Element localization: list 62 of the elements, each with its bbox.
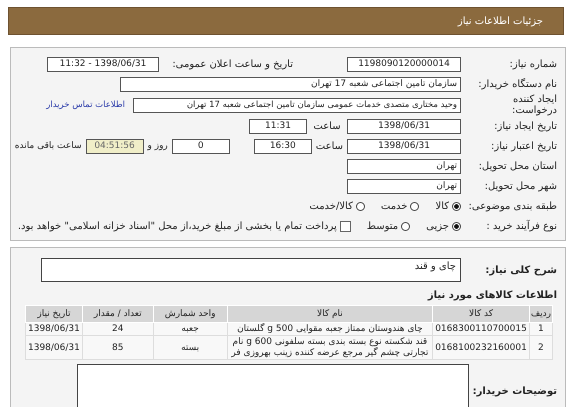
created-time-field: 11:31 — [249, 118, 307, 134]
description-field: چای و قند — [41, 258, 461, 282]
radio-button[interactable] — [452, 202, 461, 210]
days-field: 0 — [172, 138, 230, 154]
radio-button[interactable] — [452, 222, 461, 230]
table-cell: 2 — [529, 336, 552, 360]
need-number-field: 1198090120000014 — [347, 56, 461, 72]
field-label: نام دستگاه خریدار: — [477, 78, 557, 90]
created-date-field: 1398/06/31 — [347, 118, 461, 134]
table-cell: 0168300110700015 — [432, 322, 530, 336]
field-label: استان محل تحویل: — [478, 160, 557, 172]
table-cell: 24 — [82, 322, 154, 336]
province-field: تهران — [347, 158, 461, 174]
field-label: توضیحات خریدار: — [473, 386, 557, 398]
radio-label: متوسط — [366, 220, 398, 232]
column-header: نام کالا — [227, 306, 433, 322]
buyer-contact-link[interactable]: اطلاعات تماس خریدار — [46, 100, 125, 110]
table-cell: 1398/06/31 — [26, 336, 82, 360]
field-label: تاریخ و ساعت اعلان عمومی: — [171, 58, 293, 70]
checkbox-label: پرداخت تمام یا بخشی از مبلغ خرید،از محل "اسناد خزانه اسلامی" خواهد بود. — [18, 220, 337, 232]
deadline-time-field: 16:30 — [254, 138, 312, 154]
header-title: جزئیات اطلاعات نیاز — [458, 16, 543, 26]
radio-button[interactable] — [356, 202, 365, 210]
table-cell: 0168100232160001 — [432, 336, 530, 360]
radio-label: جزیی — [426, 220, 449, 232]
table-cell: 1 — [529, 322, 552, 336]
table-cell: قند شکسته نوع بسته بندی بسته سلفونی 600 g نام تجارتی چشم گیر مرجع عرضه کننده زینب بهروزی فر — [227, 336, 433, 360]
table-cell: جعبه — [153, 322, 228, 336]
field-label: شرح کلی نیاز: — [484, 264, 557, 276]
buyer-org-field: سازمان تامین اجتماعی شعبه 17 تهران — [120, 76, 461, 92]
time-label: ساعت — [312, 120, 342, 132]
field-label: شهر محل تحویل: — [484, 180, 557, 192]
column-header: ردیف — [529, 306, 552, 322]
radio-button[interactable] — [401, 222, 410, 230]
deadline-date-field: 1398/06/31 — [347, 138, 461, 154]
table-cell: بسته — [153, 336, 228, 360]
days-label: روز و — [148, 141, 168, 151]
section-title: اطلاعات کالاهای مورد نیاز — [426, 290, 557, 301]
table-cell: 1398/06/31 — [26, 322, 82, 336]
field-label: شماره نیاز: — [508, 58, 557, 70]
table-cell: چای هندوستان ممتاز جعبه مقوایی 500 g گلستان — [227, 322, 433, 336]
column-header: واحد شمارش — [153, 306, 228, 322]
field-label: ایجاد کننده درخواست: — [511, 94, 557, 116]
remaining-time-field: 04:51:56 — [86, 138, 144, 154]
field-label: تاریخ ایجاد نیاز: — [493, 120, 557, 132]
table-cell: 85 — [82, 336, 154, 360]
radio-label: کالا — [435, 200, 449, 212]
requester-field: وحید مختاری متصدی خدمات عمومی سازمان تامین اجتماعی شعبه 17 تهران — [133, 98, 461, 112]
radio-button[interactable] — [410, 202, 420, 210]
radio-label: کالا/خدمت — [309, 200, 353, 212]
time-label: ساعت — [316, 140, 343, 152]
remaining-label: ساعت باقی مانده — [14, 141, 82, 151]
radio-label: خدمت — [380, 200, 408, 212]
checkbox[interactable] — [340, 220, 351, 232]
column-header: کد کالا — [432, 306, 530, 322]
field-label: تاریخ اعتبار نیاز: — [490, 140, 557, 152]
announce-date-field: 1398/06/31 - 11:32 — [47, 56, 159, 72]
city-field: تهران — [347, 178, 461, 194]
column-header: تعداد / مقدار — [82, 306, 154, 322]
field-label: نوع فرآیند خرید : — [485, 220, 557, 232]
column-header: تاریخ نیاز — [26, 306, 82, 322]
field-label: طبقه بندی موضوعی: — [468, 200, 557, 212]
